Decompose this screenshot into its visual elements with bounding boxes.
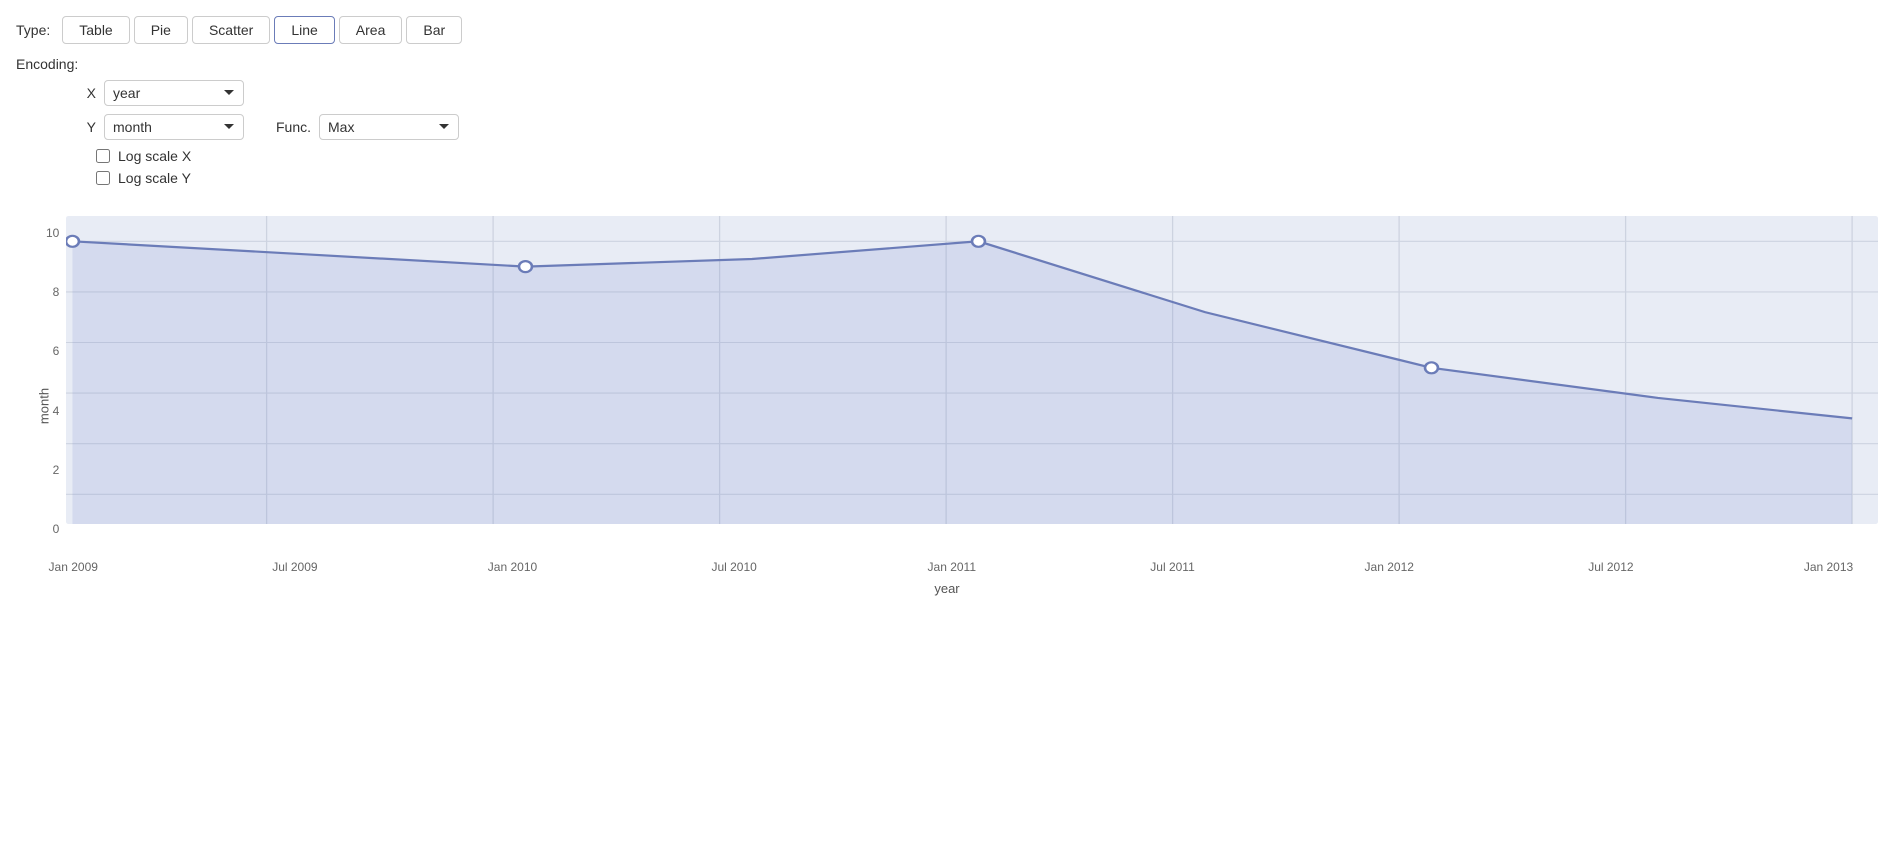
chart-svg-area: Jan 2009 Jul 2009 Jan 2010 Jul 2010 Jan … xyxy=(66,216,1878,546)
x-axis-label: year xyxy=(934,581,959,596)
x-tick-8: Jan 2013 xyxy=(1804,560,1853,574)
chart-container: month year xyxy=(16,216,1878,596)
y-tick-10: 10 xyxy=(46,226,59,240)
y-tick-6: 6 xyxy=(53,344,60,358)
log-scale-x-checkbox[interactable] xyxy=(96,149,110,163)
x-axis-select[interactable]: year month xyxy=(104,80,244,106)
y-tick-labels: 10 8 6 4 2 0 xyxy=(46,216,59,546)
y-tick-4: 4 xyxy=(53,404,60,418)
type-button-scatter[interactable]: Scatter xyxy=(192,16,270,44)
log-scale-x-row: Log scale X xyxy=(96,148,1878,164)
x-axis-letter: X xyxy=(76,85,96,101)
encoding-label: Encoding: xyxy=(16,56,1878,72)
data-point-0 xyxy=(66,236,79,247)
type-button-pie[interactable]: Pie xyxy=(134,16,188,44)
x-tick-1: Jul 2009 xyxy=(272,560,317,574)
x-tick-7: Jul 2012 xyxy=(1588,560,1633,574)
type-label: Type: xyxy=(16,22,50,38)
type-button-area[interactable]: Area xyxy=(339,16,403,44)
y-tick-2: 2 xyxy=(53,463,60,477)
y-tick-0: 0 xyxy=(53,522,60,536)
y-axis-select[interactable]: month year xyxy=(104,114,244,140)
data-point-2 xyxy=(519,261,532,272)
x-tick-0: Jan 2009 xyxy=(49,560,98,574)
type-button-table[interactable]: Table xyxy=(62,16,129,44)
x-tick-2: Jan 2010 xyxy=(488,560,537,574)
log-scale-y-label: Log scale Y xyxy=(118,170,191,186)
func-label: Func. xyxy=(276,119,311,135)
x-tick-3: Jul 2010 xyxy=(711,560,756,574)
chart-svg xyxy=(66,216,1878,546)
x-tick-5: Jul 2011 xyxy=(1150,560,1194,574)
x-tick-6: Jan 2012 xyxy=(1365,560,1414,574)
log-scale-y-checkbox[interactable] xyxy=(96,171,110,185)
data-point-4 xyxy=(972,236,985,247)
y-encoding-row: Y month year Func. Max Min Sum Avg Count xyxy=(76,114,1878,140)
x-encoding-row: X year month xyxy=(76,80,1878,106)
x-tick-labels: Jan 2009 Jul 2009 Jan 2010 Jul 2010 Jan … xyxy=(66,560,1878,574)
type-button-line[interactable]: Line xyxy=(274,16,334,44)
y-tick-8: 8 xyxy=(53,285,60,299)
y-axis-letter: Y xyxy=(76,119,96,135)
type-row: Type: Table Pie Scatter Line Area Bar xyxy=(16,16,1878,44)
encoding-section: Encoding: X year month Y month year Func… xyxy=(16,56,1878,186)
type-button-bar[interactable]: Bar xyxy=(406,16,462,44)
func-select[interactable]: Max Min Sum Avg Count xyxy=(319,114,459,140)
log-scale-x-label: Log scale X xyxy=(118,148,191,164)
log-scale-y-row: Log scale Y xyxy=(96,170,1878,186)
data-point-6 xyxy=(1425,362,1438,373)
x-tick-4: Jan 2011 xyxy=(928,560,977,574)
